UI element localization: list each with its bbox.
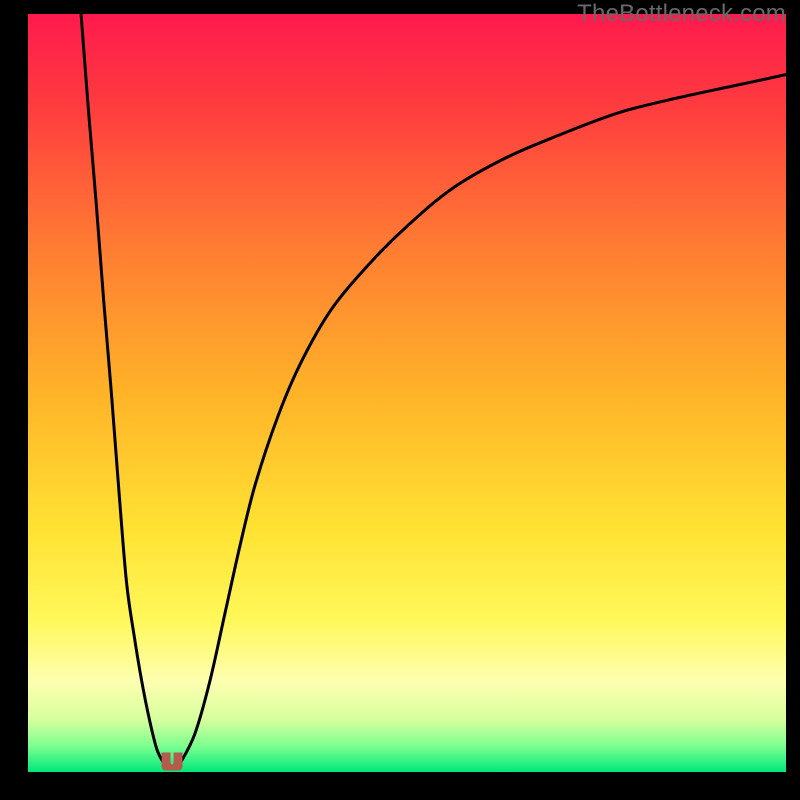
gradient-background bbox=[28, 14, 786, 772]
bottleneck-chart bbox=[28, 14, 786, 772]
chart-frame: TheBottleneck.com bbox=[0, 0, 800, 800]
watermark-text: TheBottleneck.com bbox=[577, 0, 786, 28]
